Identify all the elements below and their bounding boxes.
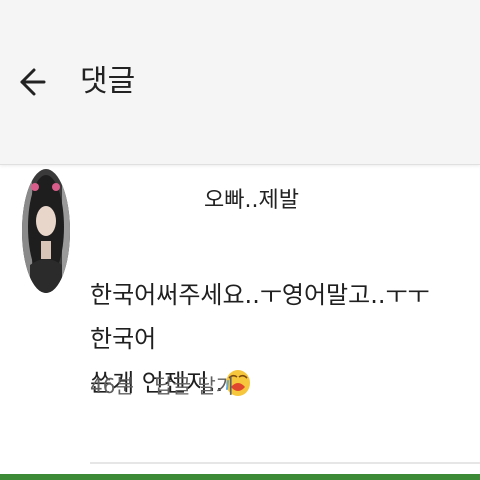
avatar[interactable] <box>22 169 70 293</box>
app-bar: 댓글 <box>0 0 480 165</box>
bottom-strip <box>0 474 480 480</box>
comment-time: 46분 <box>90 374 134 398</box>
page-title: 댓글 <box>80 64 136 99</box>
author-name-blurred <box>96 173 200 213</box>
divider <box>90 462 480 464</box>
back-button[interactable] <box>12 58 52 106</box>
author-name: 오빠..제발 <box>204 188 299 213</box>
comment-meta: 46분 답글 달기 <box>90 370 234 399</box>
avatar-image <box>22 169 70 293</box>
comment-item: 오빠..제발 한국어써주세요..ㅜ영어말고..ㅜㅜ한국어 쓴게 언젠지.. 46… <box>0 165 480 465</box>
arrow-left-icon <box>20 68 46 96</box>
reply-button[interactable]: 답글 달기 <box>154 370 234 399</box>
